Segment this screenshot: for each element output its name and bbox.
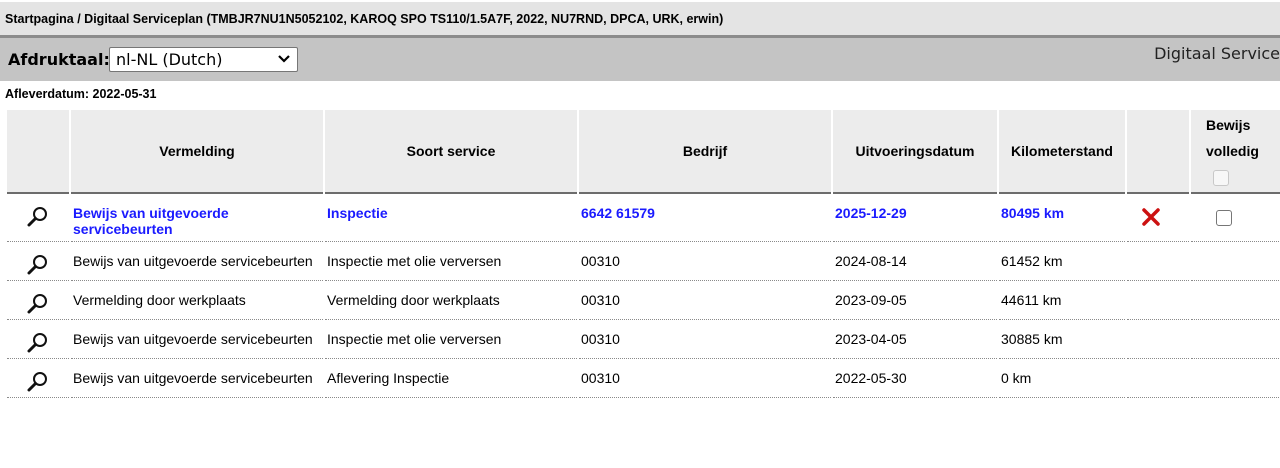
soort-service-cell: Inspectie met olie verversen (325, 320, 577, 359)
header-soort-service: Soort service (325, 110, 577, 194)
delete-cell (1127, 359, 1189, 398)
delete-cell (1127, 281, 1189, 320)
header-uitvoeringsdatum: Uitvoeringsdatum (833, 110, 997, 194)
vermelding-cell: Vermelding door werkplaats (71, 281, 323, 320)
bewijs-volledig-cell (1191, 359, 1280, 398)
table-row[interactable]: Bewijs van uitgevoerde servicebeurten Ins… (7, 320, 1280, 359)
service-table: Vermelding Soort service Bedrijf Uitvoer… (5, 110, 1280, 398)
header-bedrijf: Bedrijf (579, 110, 831, 194)
uitvoeringsdatum-cell: 2022-05-30 (833, 359, 997, 398)
magnifier-icon[interactable] (26, 330, 50, 354)
delete-cell[interactable] (1127, 194, 1189, 242)
kilometerstand-cell: 44611 km (999, 281, 1125, 320)
language-select[interactable]: nl-NL (Dutch) (109, 47, 298, 72)
toolbar-title: Digitaal Service (1154, 44, 1280, 63)
details-cell[interactable] (7, 194, 69, 242)
vermelding-cell: Bewijs van uitgevoerde servicebeurten (71, 320, 323, 359)
bedrijf-cell: 00310 (579, 359, 831, 398)
vermelding-cell: Bewijs van uitgevoerde servicebeurten (71, 242, 323, 281)
breadcrumb-text: Startpagina / Digitaal Serviceplan (TMBJ… (5, 12, 724, 26)
bedrijf-cell: 00310 (579, 320, 831, 359)
magnifier-icon[interactable] (26, 369, 50, 393)
header-icon-col (7, 110, 69, 194)
vermelding-cell: Bewijs van uitgevoerde servicebeurten (71, 194, 323, 242)
details-cell[interactable] (7, 242, 69, 281)
delivery-date: Afleverdatum: 2022-05-31 (0, 79, 1280, 109)
vermelding-cell: Bewijs van uitgevoerde servicebeurten (71, 359, 323, 398)
bedrijf-cell: 00310 (579, 281, 831, 320)
soort-service-cell: Inspectie (325, 194, 577, 242)
magnifier-icon[interactable] (26, 291, 50, 315)
delivery-date-text: Afleverdatum: 2022-05-31 (5, 87, 157, 101)
bewijs-volledig-checkbox[interactable] (1216, 210, 1232, 226)
language-label: Afdruktaal: (8, 50, 110, 69)
bewijs-volledig-cell (1191, 320, 1280, 359)
delete-cell (1127, 320, 1189, 359)
uitvoeringsdatum-cell: 2023-04-05 (833, 320, 997, 359)
uitvoeringsdatum-cell: 2025-12-29 (833, 194, 997, 242)
magnifier-icon[interactable] (26, 252, 50, 276)
table-row[interactable]: Bewijs van uitgevoerde servicebeurten Afl… (7, 359, 1280, 398)
details-cell[interactable] (7, 359, 69, 398)
select-all-checkbox (1213, 170, 1229, 187)
table-header-row: Vermelding Soort service Bedrijf Uitvoer… (7, 110, 1280, 194)
soort-service-cell: Vermelding door werkplaats (325, 281, 577, 320)
bedrijf-cell: 00310 (579, 242, 831, 281)
delete-x-icon[interactable] (1141, 207, 1161, 227)
soort-service-cell: Aflevering Inspectie (325, 359, 577, 398)
kilometerstand-cell: 0 km (999, 359, 1125, 398)
toolbar: Afdruktaal: nl-NL (Dutch) Digitaal Servi… (0, 38, 1280, 81)
bewijs-volledig-cell (1191, 242, 1280, 281)
header-vermelding: Vermelding (71, 110, 323, 194)
header-bewijs-line2: volledig (1206, 143, 1259, 159)
delete-cell (1127, 242, 1189, 281)
details-cell[interactable] (7, 320, 69, 359)
kilometerstand-cell: 30885 km (999, 320, 1125, 359)
soort-service-cell: Inspectie met olie verversen (325, 242, 577, 281)
uitvoeringsdatum-cell: 2023-09-05 (833, 281, 997, 320)
bedrijf-cell: 6642 61579 (579, 194, 831, 242)
uitvoeringsdatum-cell: 2024-08-14 (833, 242, 997, 281)
bewijs-volledig-cell[interactable] (1191, 194, 1280, 242)
header-kilometerstand: Kilometerstand (999, 110, 1125, 194)
kilometerstand-cell: 61452 km (999, 242, 1125, 281)
kilometerstand-cell: 80495 km (999, 194, 1125, 242)
breadcrumb: Startpagina / Digitaal Serviceplan (TMBJ… (0, 2, 1280, 38)
header-bewijs-line1: Bewijs (1206, 117, 1251, 133)
details-cell[interactable] (7, 281, 69, 320)
header-bewijs-volledig: Bewijs volledig (1191, 110, 1280, 194)
table-row[interactable]: Vermelding door werkplaats Vermelding doo… (7, 281, 1280, 320)
table-row[interactable]: Bewijs van uitgevoerde servicebeurten Ins… (7, 242, 1280, 281)
magnifier-icon[interactable] (26, 204, 50, 228)
language-select-value: nl-NL (Dutch) (116, 50, 223, 69)
header-delete-col (1127, 110, 1189, 194)
chevron-down-icon (278, 55, 290, 63)
bewijs-volledig-cell (1191, 281, 1280, 320)
table-row[interactable]: Bewijs van uitgevoerde servicebeurten Ins… (7, 194, 1280, 242)
